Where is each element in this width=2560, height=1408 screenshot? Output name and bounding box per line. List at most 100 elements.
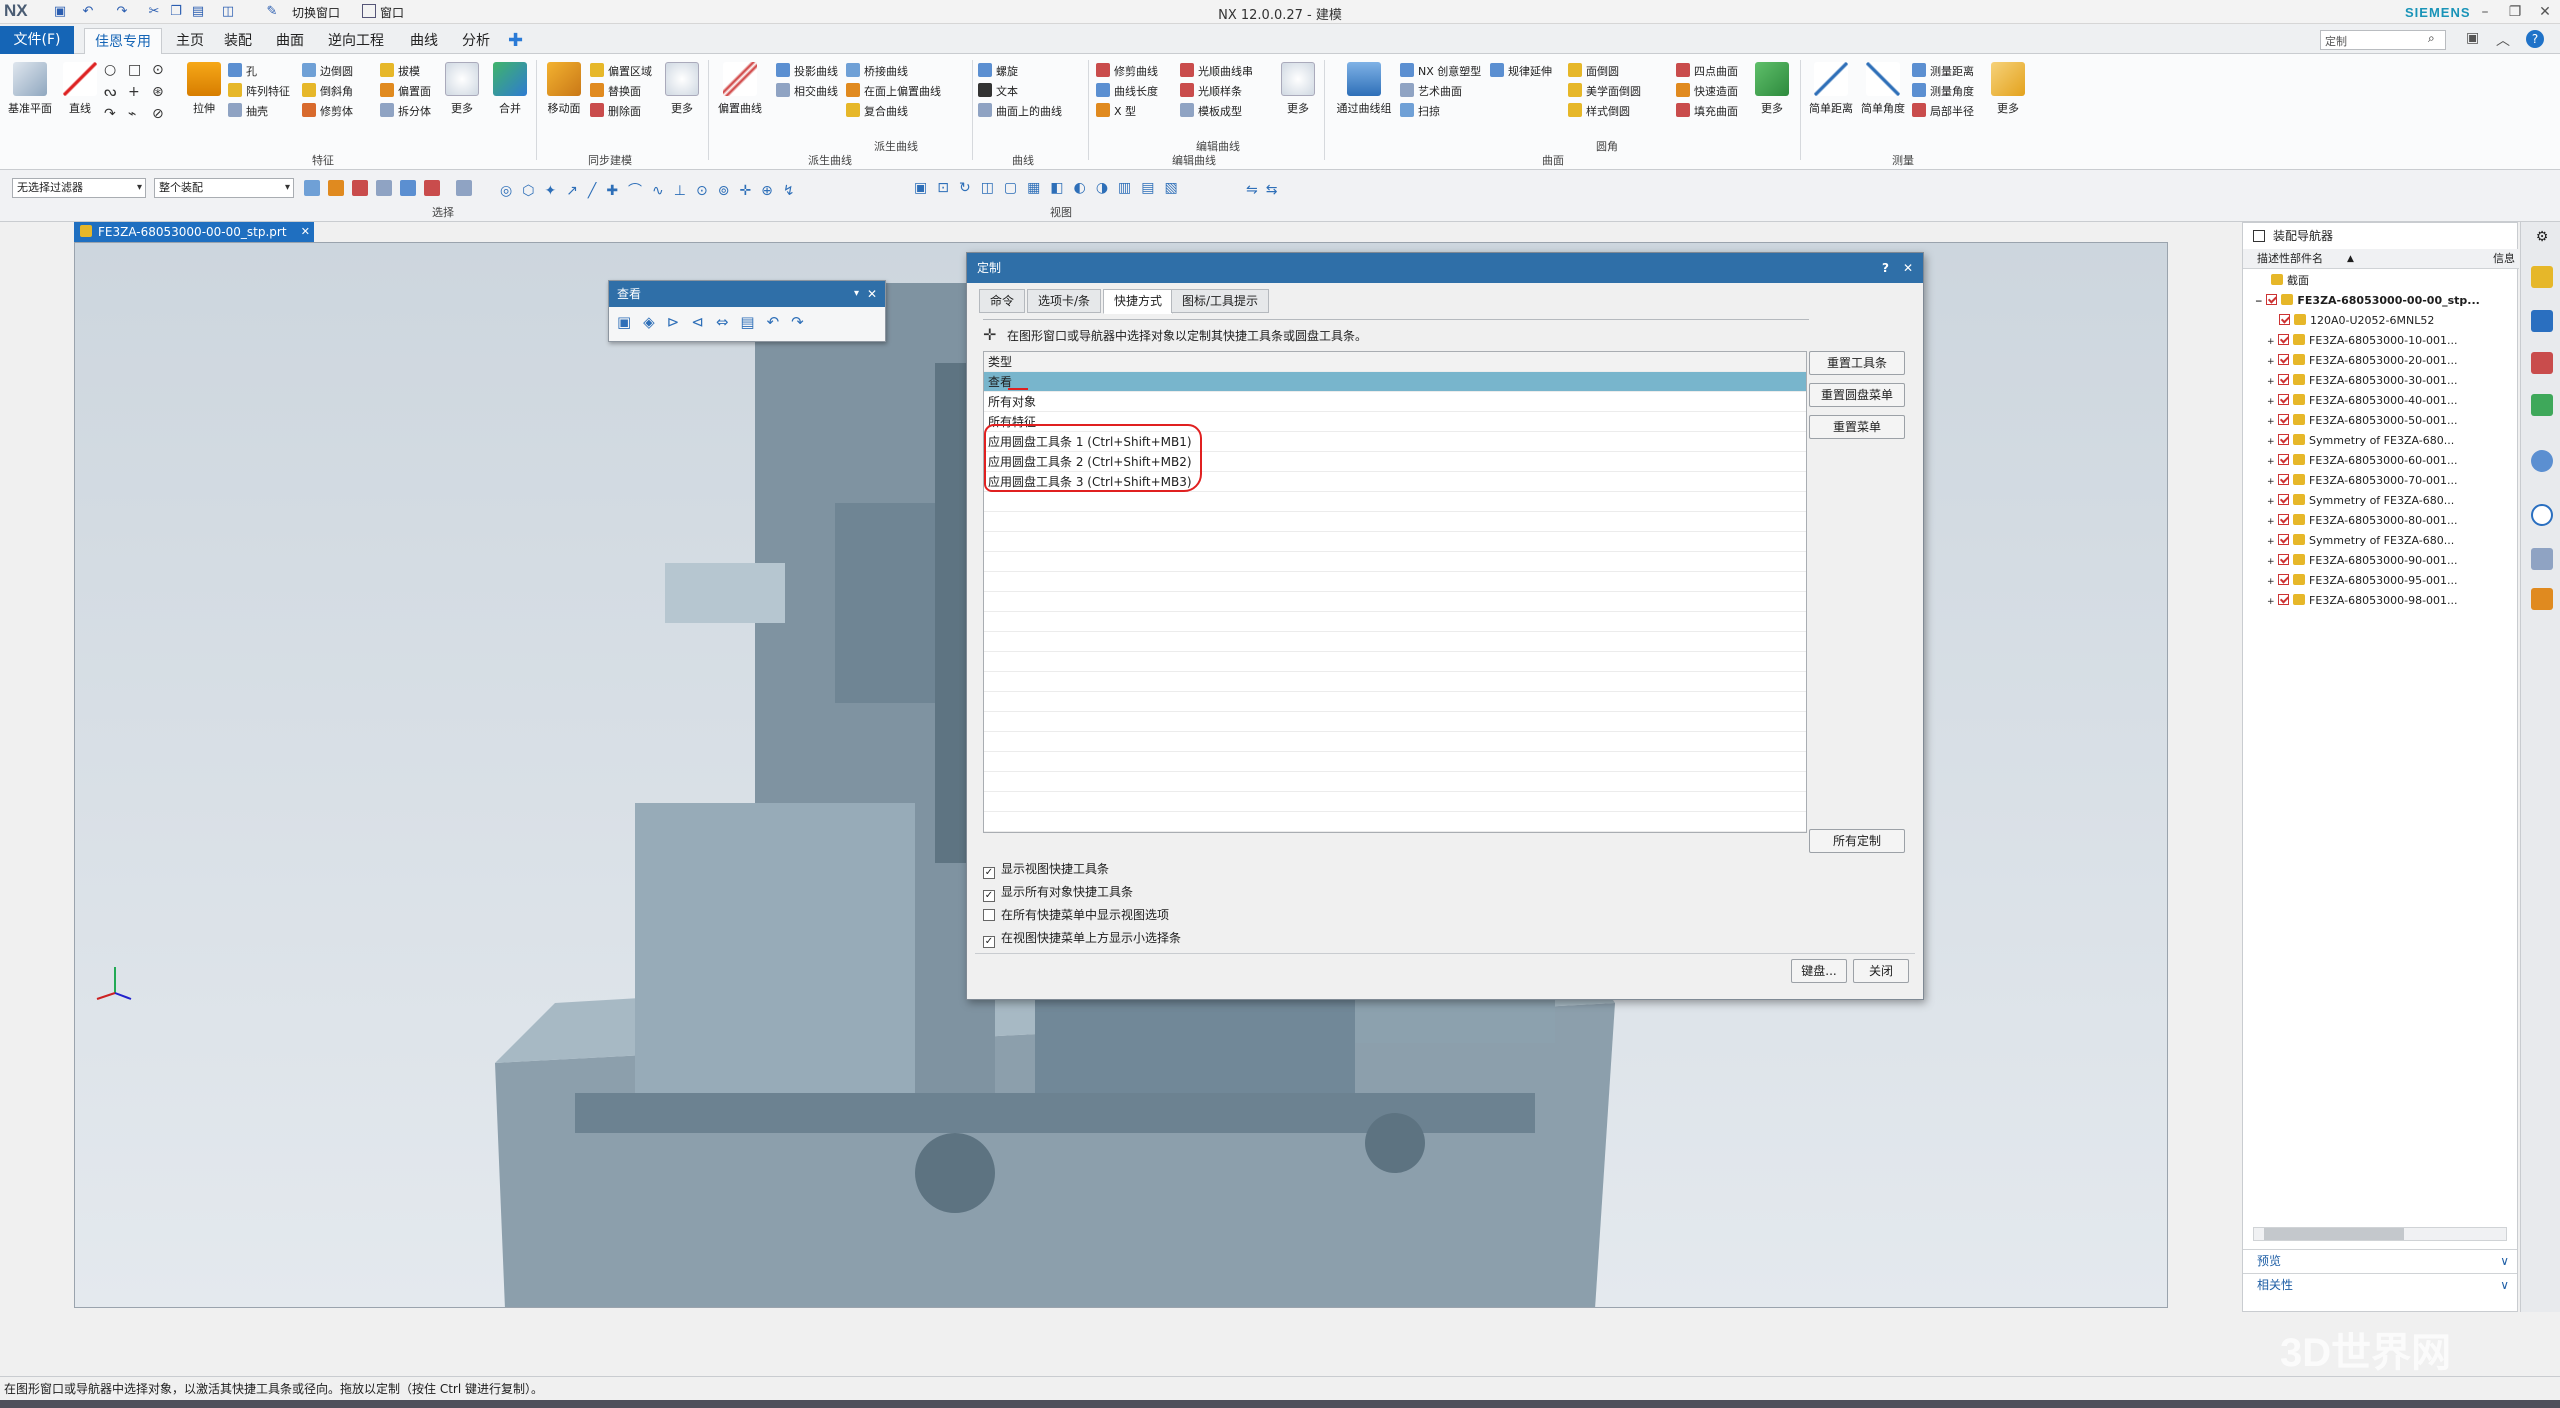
help-icon[interactable]: ? (2526, 30, 2544, 48)
dependencies-section[interactable]: 相关性 ∨ (2243, 1273, 2517, 1295)
tab-reverse-engineering[interactable]: 逆向工程 (318, 28, 394, 54)
project-curve-button[interactable]: 投影曲线 (776, 62, 838, 82)
tab-tabs-bars[interactable]: 选项卡/条 (1027, 289, 1102, 313)
close-icon[interactable]: ✕ (2530, 2, 2560, 22)
tree-item[interactable]: + FE3ZA-68053000-80-001... (2243, 511, 2519, 531)
minimize-icon[interactable]: – (2470, 2, 2500, 22)
close-icon[interactable]: ✕ (1903, 253, 1913, 283)
filter-icon[interactable] (352, 180, 368, 196)
pick-icon[interactable] (400, 180, 416, 196)
template-forming-button[interactable]: 模板成型 (1180, 102, 1253, 122)
tree-item[interactable]: + FE3ZA-68053000-98-001... (2243, 591, 2519, 611)
replace-face-button[interactable]: 替换面 (590, 82, 652, 102)
offset-curve-button[interactable]: 偏置曲线 (714, 62, 766, 116)
visibility-checkbox[interactable] (2278, 334, 2290, 345)
layout-icon[interactable]: ▣ (2466, 30, 2479, 46)
undo-icon[interactable]: ↶ (80, 4, 96, 20)
chevron-down-icon[interactable]: ▾ (854, 281, 859, 307)
pattern-feature-button[interactable]: 阵列特征 (228, 82, 290, 102)
save-icon[interactable]: ▣ (52, 4, 68, 20)
tree-item[interactable]: + FE3ZA-68053000-30-001... (2243, 371, 2519, 391)
tree-item[interactable]: + FE3ZA-68053000-70-001... (2243, 471, 2519, 491)
constraint-navigator-icon[interactable] (2531, 352, 2553, 374)
tree-item[interactable]: + FE3ZA-68053000-60-001... (2243, 451, 2519, 471)
simple-distance-button[interactable]: 简单距离 (1806, 62, 1856, 116)
redo-icon[interactable]: ↷ (114, 4, 130, 20)
view-toolbar-icons[interactable]: ▣◈⊳⊲⇔▤↶↷ (609, 307, 885, 337)
paste-icon[interactable]: ▤ (190, 4, 206, 20)
four-point-surface-button[interactable]: 四点曲面 (1676, 62, 1738, 82)
select-by-icon[interactable] (304, 180, 320, 196)
split-body-button[interactable]: 拆分体 (380, 102, 431, 122)
more-measure-button[interactable]: 更多 (1986, 62, 2030, 116)
visibility-checkbox[interactable] (2278, 494, 2290, 505)
bridge-curve-button[interactable]: 桥接曲线 (846, 62, 941, 82)
edge-blend-button[interactable]: 边倒圆 (302, 62, 353, 82)
tab-icons-tooltips[interactable]: 图标/工具提示 (1171, 289, 1270, 313)
curve-length-button[interactable]: 曲线长度 (1096, 82, 1158, 102)
extra-view-icons[interactable]: ⇋⇆ (1246, 182, 1285, 198)
local-radius-button[interactable]: 局部半径 (1912, 102, 1974, 122)
fill-surface-button[interactable]: 填充曲面 (1676, 102, 1738, 122)
list-item[interactable]: 查看 (984, 372, 1806, 392)
keyboard-button[interactable]: 键盘... (1791, 959, 1847, 983)
reset-toolbar-button[interactable]: 重置工具条 (1809, 351, 1905, 375)
horizontal-scrollbar[interactable] (2253, 1227, 2507, 1241)
tree-item[interactable]: + FE3ZA-68053000-95-001... (2243, 571, 2519, 591)
view-icons[interactable]: ▣⊡↻◫▢▦◧◐◑▥▤▧ (914, 180, 1188, 196)
preview-section[interactable]: 预览 ∨ (2243, 1249, 2517, 1271)
tab-curve[interactable]: 曲线 (400, 28, 448, 54)
reset-radial-menu-button[interactable]: 重置圆盘菜单 (1809, 383, 1905, 407)
more-sync-button[interactable]: 更多 (660, 62, 704, 116)
more-feature-button[interactable]: 更多 (440, 62, 484, 116)
tree-item[interactable]: 120A0-U2052-6MNL52 (2243, 311, 2519, 331)
selection-scope-dropdown[interactable]: 整个装配 (154, 178, 294, 198)
combine-button[interactable]: 合并 (488, 62, 532, 116)
visibility-checkbox[interactable] (2278, 514, 2290, 525)
more-curve-button[interactable]: 更多 (1276, 62, 1320, 116)
restore-icon[interactable]: ❐ (2500, 2, 2530, 22)
intersect-curve-button[interactable]: 相交曲线 (776, 82, 838, 102)
datum-plane-button[interactable]: 基准平面 (8, 62, 52, 116)
snap-point-icons[interactable]: ◎⬡✦↗╱✚⌒∿⊥⊙⊚✛⊕↯ (500, 180, 805, 200)
reset-menu-button[interactable]: 重置菜单 (1809, 415, 1905, 439)
assembly-navigator-icon[interactable] (2531, 310, 2553, 332)
style-blend-button[interactable]: 样式倒圆 (1568, 102, 1641, 122)
window-menu[interactable]: 窗口 (380, 4, 404, 21)
tab-surface[interactable]: 曲面 (266, 28, 314, 54)
all-customizations-button[interactable]: 所有定制 (1809, 829, 1905, 853)
extrude-button[interactable]: 拉伸 (182, 62, 226, 116)
close-icon[interactable]: ✕ (867, 281, 877, 307)
through-curves-button[interactable]: 通过曲线组 (1334, 62, 1394, 116)
more-surface-button[interactable]: 更多 (1750, 62, 1794, 116)
cut-icon[interactable]: ✂ (146, 4, 162, 20)
visibility-checkbox[interactable] (2278, 534, 2290, 545)
draft-button[interactable]: 拔模 (380, 62, 431, 82)
roles-icon[interactable] (2531, 588, 2553, 610)
pick-2-icon[interactable] (424, 180, 440, 196)
delete-face-button[interactable]: 删除面 (590, 102, 652, 122)
visibility-checkbox[interactable] (2278, 434, 2290, 445)
text-button[interactable]: 文本 (978, 82, 1062, 102)
rectangle-select-icon[interactable] (456, 180, 472, 196)
simple-angle-button[interactable]: 简单角度 (1858, 62, 1908, 116)
tab-shortcuts[interactable]: 快捷方式 (1103, 289, 1174, 314)
offset-in-face-button[interactable]: 在面上偏置曲线 (846, 82, 941, 102)
tree-item[interactable]: + FE3ZA-68053000-10-001... (2243, 331, 2519, 351)
shell-button[interactable]: 抽壳 (228, 102, 290, 122)
measure-distance-button[interactable]: 测量距离 (1912, 62, 1974, 82)
tree-section[interactable]: 截面 (2243, 271, 2519, 291)
nx-creative-button[interactable]: NX 创意塑型 (1400, 62, 1481, 82)
sweep-button[interactable]: 扫掠 (1400, 102, 1481, 122)
history-icon[interactable] (2531, 504, 2553, 526)
tab-commands[interactable]: 命令 (979, 289, 1026, 313)
visibility-checkbox[interactable] (2278, 454, 2290, 465)
tree-root[interactable]: − FE3ZA-68053000-00-00_stp... (2243, 291, 2519, 311)
tree-item[interactable]: + FE3ZA-68053000-20-001... (2243, 351, 2519, 371)
tree-item[interactable]: + Symmetry of FE3ZA-680... (2243, 431, 2519, 451)
settings-icon[interactable]: ⚙ (2531, 226, 2553, 248)
sort-icon[interactable]: ▲ (2347, 249, 2354, 269)
checkbox-show-view-shortcut[interactable]: ✓ 显示视图快捷工具条 (983, 861, 1109, 879)
cursor-mode-icon[interactable] (328, 180, 344, 196)
hole-button[interactable]: 孔 (228, 62, 290, 82)
